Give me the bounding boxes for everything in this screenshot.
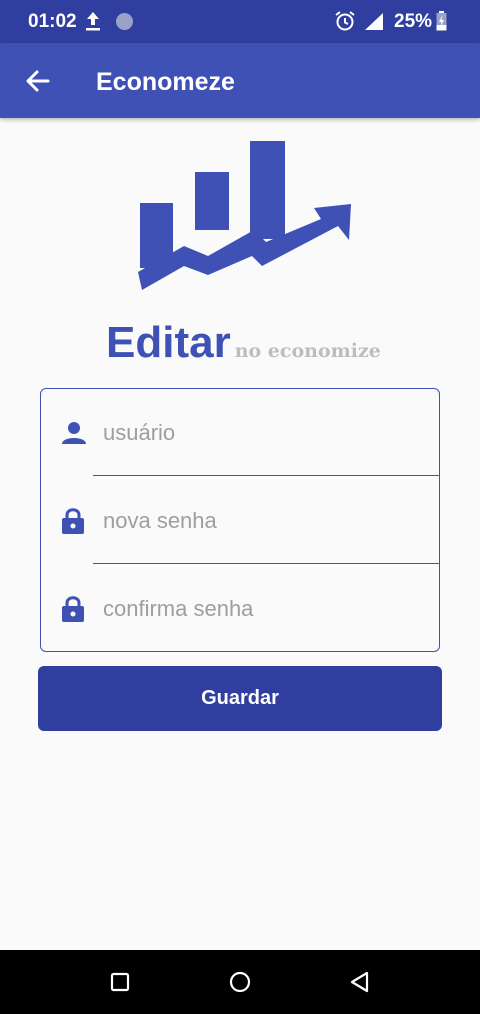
chart-logo-icon [138,140,354,295]
save-button[interactable]: Guardar [38,666,442,731]
home-circle-icon[interactable] [228,970,252,994]
page-heading: Editar no economize [106,318,381,368]
username-field-row [41,389,439,477]
status-time: 01:02 [28,11,77,32]
signal-icon [364,12,384,36]
battery-icon [436,11,447,36]
new-password-underline [93,563,439,564]
app-title: Economeze [96,68,235,96]
edit-form [40,388,440,652]
app-bar: Economeze [0,43,480,118]
person-icon [61,421,87,449]
arrow-back-icon[interactable] [22,65,54,97]
status-bar: 01:02 25% [0,0,480,43]
lock-icon [61,595,87,623]
new-password-field-row [41,477,439,565]
system-nav-bar [0,950,480,1014]
page-subtitle: no economize [234,340,381,362]
page-title: Editar [106,318,231,367]
alarm-icon [334,10,356,37]
battery-level: 25% [394,11,433,32]
back-triangle-icon[interactable] [348,970,372,994]
sync-icon [116,13,133,30]
upload-icon [84,11,102,36]
confirm-password-field-row [41,565,439,653]
username-underline [93,475,439,476]
username-input[interactable] [103,413,423,453]
new-password-input[interactable] [103,501,423,541]
lock-icon [61,507,87,535]
confirm-password-input[interactable] [103,589,423,629]
recents-square-icon[interactable] [108,970,132,994]
